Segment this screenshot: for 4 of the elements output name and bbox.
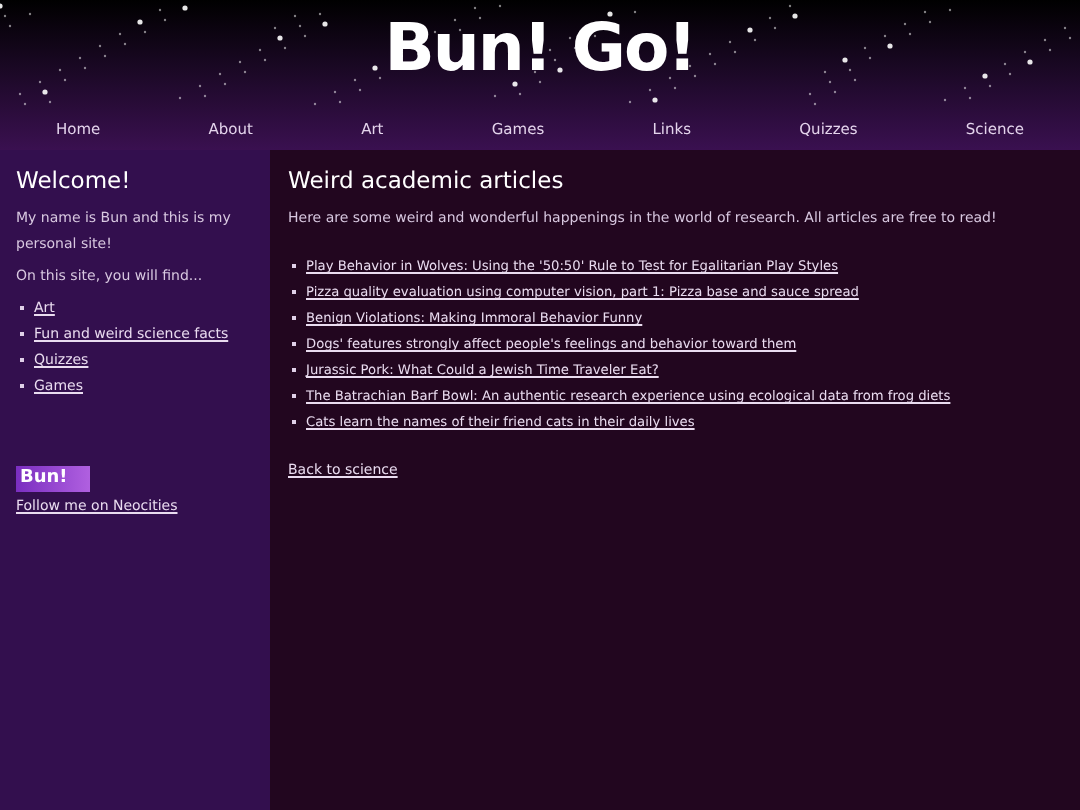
- site-badge[interactable]: Bun!: [16, 466, 90, 492]
- content-heading: Weird academic articles: [288, 166, 564, 194]
- sidebar-heading: Welcome!: [16, 166, 133, 194]
- site-logo: Bun! Go!: [384, 8, 696, 88]
